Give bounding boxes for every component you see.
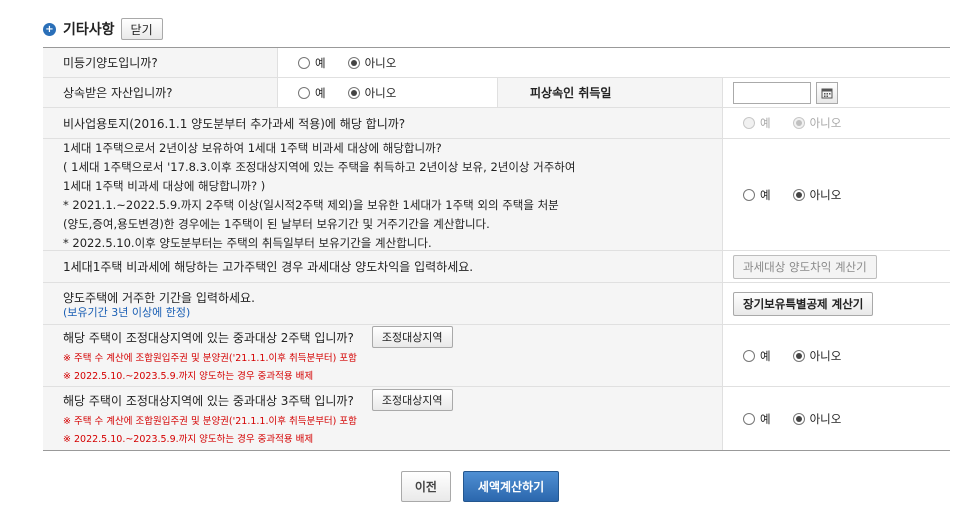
radio-circle — [743, 412, 755, 425]
answer-unregistered: 예 아니오 — [278, 48, 950, 77]
radio-circle — [298, 56, 310, 69]
question-one-house: 1세대 1주택으로서 2년이상 보유하여 1세대 1주택 비과세 대상에 해당합… — [63, 140, 442, 155]
note-one-house-1: * 2021.1.~2022.5.9.까지 2주택 이상(일시적2주택 제외)을… — [63, 197, 559, 212]
plus-circle-icon: + — [43, 22, 56, 36]
radio-yes[interactable]: 예 — [743, 187, 771, 203]
answer-inherited: 예 아니오 — [278, 78, 498, 107]
note-one-house-3: * 2022.5.10.이후 양도분부터는 주택의 취득일부터 보유기간을 계산… — [63, 235, 432, 250]
row-three-house-heavy: 해당 주택이 조정대상지역에 있는 중과대상 3주택 입니까? 조정대상지역 ※… — [43, 387, 950, 451]
radio-no[interactable]: 아니오 — [792, 411, 841, 427]
radio-yes[interactable]: 예 — [743, 411, 771, 427]
row-unregistered: 미등기양도입니까? 예 아니오 — [43, 48, 950, 78]
close-button[interactable]: 닫기 — [120, 18, 163, 40]
radio-circle — [743, 349, 755, 362]
radio-circle — [743, 188, 755, 201]
question-one-house-detail-2: 1세대 1주택 비과세 대상에 해당합니까? ) — [63, 178, 266, 193]
answer-three-house: 예 아니오 — [723, 387, 950, 450]
radio-no[interactable]: 아니오 — [792, 187, 841, 203]
calendar-icon[interactable] — [816, 81, 838, 104]
question-nonbusiness-land: 비사업용토지(2016.1.1 양도분부터 추가과세 적용)에 해당 합니까? — [63, 116, 406, 131]
question-two-house: 해당 주택이 조정대상지역에 있는 중과대상 2주택 입니까? — [63, 330, 354, 345]
radio-yes[interactable]: 예 — [298, 85, 326, 101]
row-luxury-house: 1세대1주택 비과세에 해당하는 고가주택인 경우 과세대상 양도차익을 입력하… — [43, 251, 950, 283]
note-three-house-2: ※ 2022.5.10.~2023.5.9.까지 양도하는 경우 중과적용 배제 — [63, 434, 314, 445]
section-header: + 기타사항 닫기 — [43, 16, 163, 42]
radio-circle — [298, 86, 310, 99]
acquisition-date-input[interactable] — [733, 81, 811, 104]
row-inherited: 상속받은 자산입니까? 예 아니오 피상속인 취득일 — [43, 78, 950, 108]
radio-no[interactable]: 아니오 — [792, 348, 841, 364]
taxable-gain-calculator-button[interactable]: 과세대상 양도차익 계산기 — [733, 254, 877, 279]
question-unregistered: 미등기양도입니까? — [63, 56, 158, 70]
radio-circle-selected — [792, 349, 805, 362]
calculate-tax-button[interactable]: 세액계산하기 — [462, 471, 560, 502]
label-acquisition-date: 피상속인 취득일 — [530, 86, 612, 100]
row-residence-period: 양도주택에 거주한 기간을 입력하세요. (보유기간 3년 이상에 한정) 장기… — [43, 283, 950, 325]
radio-no[interactable]: 아니오 — [347, 55, 396, 71]
row-nonbusiness-land: 비사업용토지(2016.1.1 양도분부터 추가과세 적용)에 해당 합니까? … — [43, 108, 950, 139]
question-inherited: 상속받은 자산입니까? — [63, 86, 173, 100]
question-three-house: 해당 주택이 조정대상지역에 있는 중과대상 3주택 입니까? — [63, 393, 354, 408]
radio-circle-selected — [792, 412, 805, 425]
radio-yes-disabled: 예 — [743, 115, 771, 131]
radio-circle-selected — [792, 117, 805, 129]
row-two-house-heavy: 해당 주택이 조정대상지역에 있는 중과대상 2주택 입니까? 조정대상지역 ※… — [43, 325, 950, 387]
radio-circle-selected — [792, 188, 805, 201]
question-luxury-house: 1세대1주택 비과세에 해당하는 고가주택인 경우 과세대상 양도차익을 입력하… — [63, 260, 474, 274]
radio-circle — [743, 117, 755, 129]
acquisition-date-group — [723, 78, 950, 107]
other-items-table: 미등기양도입니까? 예 아니오 상속받은 자산입니까? 예 아니오 피상속인 취… — [43, 47, 950, 451]
long-term-deduction-calculator-button[interactable]: 장기보유특별공제 계산기 — [733, 291, 874, 316]
note-two-house-2: ※ 2022.5.10.~2023.5.9.까지 양도하는 경우 중과적용 배제 — [63, 371, 314, 382]
radio-yes[interactable]: 예 — [743, 348, 771, 364]
radio-circle-selected — [347, 56, 360, 69]
adjustment-area-button[interactable]: 조정대상지역 — [371, 326, 453, 348]
section-title: 기타사항 — [63, 22, 115, 38]
row-one-house-exempt: 1세대 1주택으로서 2년이상 보유하여 1세대 1주택 비과세 대상에 해당합… — [43, 139, 950, 251]
question-one-house-detail: ( 1세대 1주택으로서 '17.8.3.이후 조정대상지역에 있는 주택을 취… — [63, 159, 576, 174]
note-residence-period: (보유기간 3년 이상에 한정) — [63, 305, 191, 319]
radio-circle-selected — [347, 86, 360, 99]
answer-two-house: 예 아니오 — [723, 325, 950, 386]
note-one-house-2: (양도,증여,용도변경)한 경우에는 1주택이 된 날부터 보유기간 및 거주기… — [63, 216, 490, 231]
answer-one-house: 예 아니오 — [723, 139, 950, 250]
radio-yes[interactable]: 예 — [298, 55, 326, 71]
footer-actions: 이전 세액계산하기 — [0, 471, 960, 502]
radio-no[interactable]: 아니오 — [347, 85, 396, 101]
adjustment-area-button[interactable]: 조정대상지역 — [371, 389, 453, 411]
question-residence-period: 양도주택에 거주한 기간을 입력하세요. — [63, 290, 255, 305]
answer-nonbusiness-land: 예 아니오 — [723, 108, 950, 138]
note-two-house-1: ※ 주택 수 계산에 조합원입주권 및 분양권('21.1.1.이후 취득분부터… — [63, 353, 357, 364]
note-three-house-1: ※ 주택 수 계산에 조합원입주권 및 분양권('21.1.1.이후 취득분부터… — [63, 416, 357, 427]
radio-no-disabled: 아니오 — [792, 115, 841, 131]
prev-button[interactable]: 이전 — [400, 471, 451, 502]
